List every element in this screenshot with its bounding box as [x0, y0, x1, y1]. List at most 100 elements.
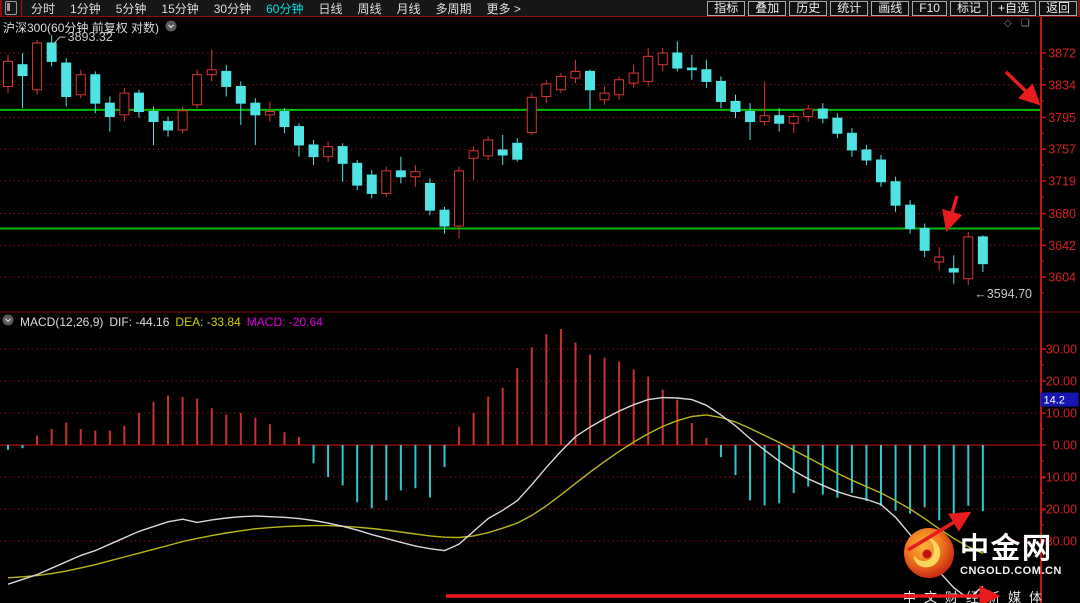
collapse-chevron-icon[interactable]	[165, 20, 177, 35]
price-axis-label: 3757	[1048, 143, 1076, 157]
candle-up	[76, 75, 85, 95]
candle-up	[935, 257, 944, 262]
candle-up	[411, 172, 420, 177]
candle-down	[338, 147, 347, 164]
cngold-logo-icon	[903, 527, 955, 584]
tool-button[interactable]: F10	[912, 1, 947, 16]
price-axis-label: 3642	[1048, 239, 1076, 253]
timeframe-item[interactable]: 更多 >	[487, 0, 521, 17]
candle-down	[353, 163, 362, 185]
timeframe-item[interactable]: 60分钟	[266, 0, 303, 17]
macd-axis-label: 30.00	[1046, 343, 1077, 357]
candle-up	[644, 56, 653, 81]
candle-down	[920, 229, 929, 251]
candle-up	[455, 171, 464, 226]
candle-up	[615, 80, 624, 95]
candle-up	[382, 171, 391, 194]
low-price-label: ←3594.70	[974, 287, 1032, 301]
window-icon[interactable]	[5, 1, 17, 15]
candle-up	[207, 70, 216, 75]
timeframe-item[interactable]: 1分钟	[70, 0, 101, 17]
candle-up	[789, 117, 798, 124]
price-axis-label: 3872	[1048, 47, 1076, 61]
candle-up	[804, 109, 813, 117]
chart-title: 沪深300(60分钟 前复权 对数)	[3, 19, 159, 36]
candle-down	[906, 205, 915, 228]
candle-down	[833, 118, 842, 133]
timeframe-item[interactable]: 周线	[357, 0, 381, 17]
candle-down	[891, 182, 900, 205]
candle-down	[396, 171, 405, 177]
candle-up	[571, 71, 580, 78]
candle-down	[164, 122, 173, 130]
candle-down	[236, 86, 245, 103]
candle-down	[731, 101, 740, 111]
candle-up	[629, 73, 638, 83]
candle-down	[62, 63, 71, 96]
candle-up	[600, 93, 609, 100]
price-axis-label: 3834	[1048, 78, 1076, 92]
timeframe-item[interactable]: 30分钟	[214, 0, 251, 17]
diamond-icon[interactable]: ◇	[1004, 18, 1012, 29]
macd-dif-value: DIF: -44.16	[109, 315, 169, 329]
watermark-domain: CNGOLD.COM.CN	[960, 565, 1062, 577]
candle-down	[513, 143, 522, 159]
candle-down	[134, 93, 143, 111]
candle-down	[309, 145, 318, 157]
timeframe-item[interactable]: 月线	[397, 0, 421, 17]
timeframe-item[interactable]: 日线	[318, 0, 342, 17]
timeframe-item[interactable]: 5分钟	[116, 0, 147, 17]
tool-button[interactable]: 画线	[871, 1, 909, 16]
candle-down	[775, 116, 784, 124]
candle-down	[716, 81, 725, 101]
candle-down	[949, 269, 958, 272]
candle-up	[4, 61, 13, 86]
candle-down	[91, 75, 100, 103]
price-axis-label: 3719	[1048, 174, 1076, 188]
macd-hist-value: MACD: -20.64	[247, 315, 323, 329]
price-axis-label: 3680	[1048, 207, 1076, 221]
panel-icon[interactable]: ❏	[1021, 18, 1030, 29]
topbar: 分时 1分钟 5分钟 15分钟 30分钟 60分钟日线周线月线多周期更多 > 指标叠加历史…	[0, 0, 1080, 17]
candle-up	[964, 237, 973, 279]
timeframe-item[interactable]: 15分钟	[161, 0, 198, 17]
macd-dea-value: DEA: -33.84	[175, 315, 240, 329]
macd-axis-label: -10.00	[1042, 471, 1077, 485]
candle-down	[425, 183, 434, 210]
candle-down	[18, 65, 27, 76]
candlestick-series	[4, 35, 988, 285]
candle-down	[818, 109, 827, 118]
candle-up	[324, 147, 333, 157]
timeframe-item[interactable]: 多周期	[436, 0, 472, 17]
tool-button[interactable]: 指标	[707, 1, 745, 16]
candle-down	[149, 112, 158, 122]
tool-button[interactable]: 标记	[950, 1, 988, 16]
tool-button[interactable]: 叠加	[748, 1, 786, 16]
tool-button[interactable]: 统计	[830, 1, 868, 16]
macd-collapse-chevron-icon[interactable]	[2, 314, 14, 329]
macd-params-label: MACD(12,26,9)	[20, 315, 103, 329]
macd-axis-label: 0.00	[1053, 439, 1077, 453]
tool-button[interactable]: +自选	[991, 1, 1036, 16]
candle-up	[193, 75, 202, 105]
candle-up	[527, 97, 536, 132]
tool-button[interactable]: 返回	[1039, 1, 1077, 16]
gridlines	[0, 53, 1041, 541]
pane-corner-controls: ◇ ❏	[1004, 18, 1030, 29]
timeframe-item[interactable]: 分时	[31, 0, 55, 17]
candle-up	[556, 76, 565, 89]
candle-up	[484, 140, 493, 156]
candle-down	[440, 210, 449, 226]
candle-down	[367, 175, 376, 193]
candle-down	[847, 133, 856, 150]
candle-down	[295, 127, 304, 145]
candle-up	[542, 84, 551, 97]
candle-up	[33, 43, 42, 90]
tool-button[interactable]: 历史	[789, 1, 827, 16]
macd-axis-label: -20.00	[1042, 503, 1077, 517]
chart-canvas: 3872383437953757371936803642360430.0020.…	[0, 0, 1080, 603]
topbar-divider	[21, 0, 22, 17]
candle-down	[222, 71, 231, 86]
timeframe-menu: 分时 1分钟 5分钟 15分钟 30分钟 60分钟日线周线月线多周期更多 >	[31, 0, 536, 17]
candle-down	[280, 112, 289, 127]
